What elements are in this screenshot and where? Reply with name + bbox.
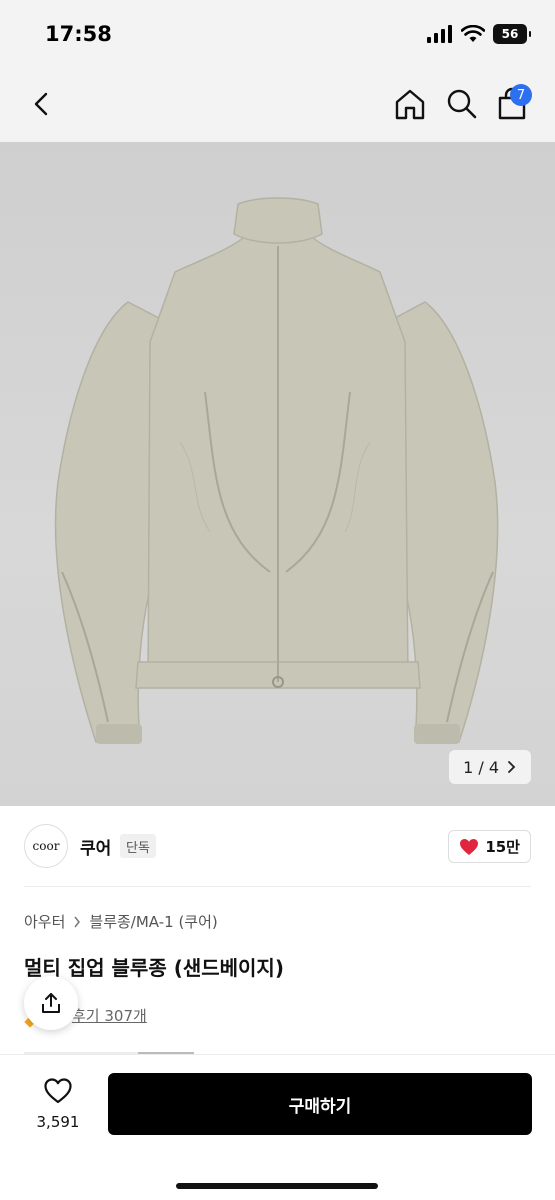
review-link[interactable]: 후기 307개 (72, 1005, 147, 1026)
image-counter[interactable]: 1 / 4 (449, 750, 531, 784)
home-indicator (176, 1183, 378, 1189)
wifi-icon (461, 25, 485, 42)
product-title: 멀티 집업 블루종 (샌드베이지) (24, 956, 284, 980)
breadcrumb: 아우터 블루종/MA-1 (쿠어) (24, 911, 218, 932)
breadcrumb-item[interactable]: 아우터 (24, 911, 65, 932)
brand-name[interactable]: 쿠어 (80, 834, 111, 859)
chevron-right-icon (74, 916, 81, 927)
brand-like-count: 15만 (485, 838, 520, 856)
share-icon (42, 993, 60, 1013)
share-button[interactable] (24, 976, 78, 1030)
brand-like-button[interactable]: 15만 (448, 830, 531, 863)
status-time: 17:58 (45, 22, 112, 46)
top-navigation: 7 (0, 70, 555, 142)
wish-button[interactable]: 3,591 (30, 1077, 86, 1131)
product-image (54, 197, 499, 744)
home-icon[interactable] (392, 86, 428, 122)
buy-button[interactable]: 구매하기 (108, 1073, 532, 1135)
divider (24, 886, 531, 887)
exclusive-badge: 단독 (120, 834, 156, 858)
product-image-gallery[interactable]: 1 / 4 (0, 142, 555, 806)
brand-logo[interactable]: coor (24, 824, 68, 868)
brand-logo-text: coor (32, 839, 60, 853)
chevron-right-icon (508, 761, 516, 773)
heart-outline-icon (44, 1078, 72, 1104)
heart-filled-icon (460, 838, 479, 855)
breadcrumb-item[interactable]: 블루종/MA-1 (쿠어) (89, 911, 217, 932)
brand-row: coor 쿠어 단독 15만 (0, 806, 555, 886)
jacket-cuff (96, 724, 142, 744)
image-counter-text: 1 / 4 (463, 757, 499, 777)
status-icons: 56 (427, 24, 531, 44)
signal-icon (427, 25, 452, 43)
wish-count: 3,591 (36, 1113, 80, 1131)
bottom-purchase-bar: 3,591 구매하기 (0, 1054, 555, 1200)
jacket-cuff (414, 724, 460, 744)
cart-count-badge: 7 (510, 84, 532, 106)
status-bar: 17:58 56 (0, 0, 555, 70)
search-icon[interactable] (444, 86, 480, 122)
back-icon[interactable] (26, 88, 58, 120)
battery-icon: 56 (493, 24, 531, 44)
